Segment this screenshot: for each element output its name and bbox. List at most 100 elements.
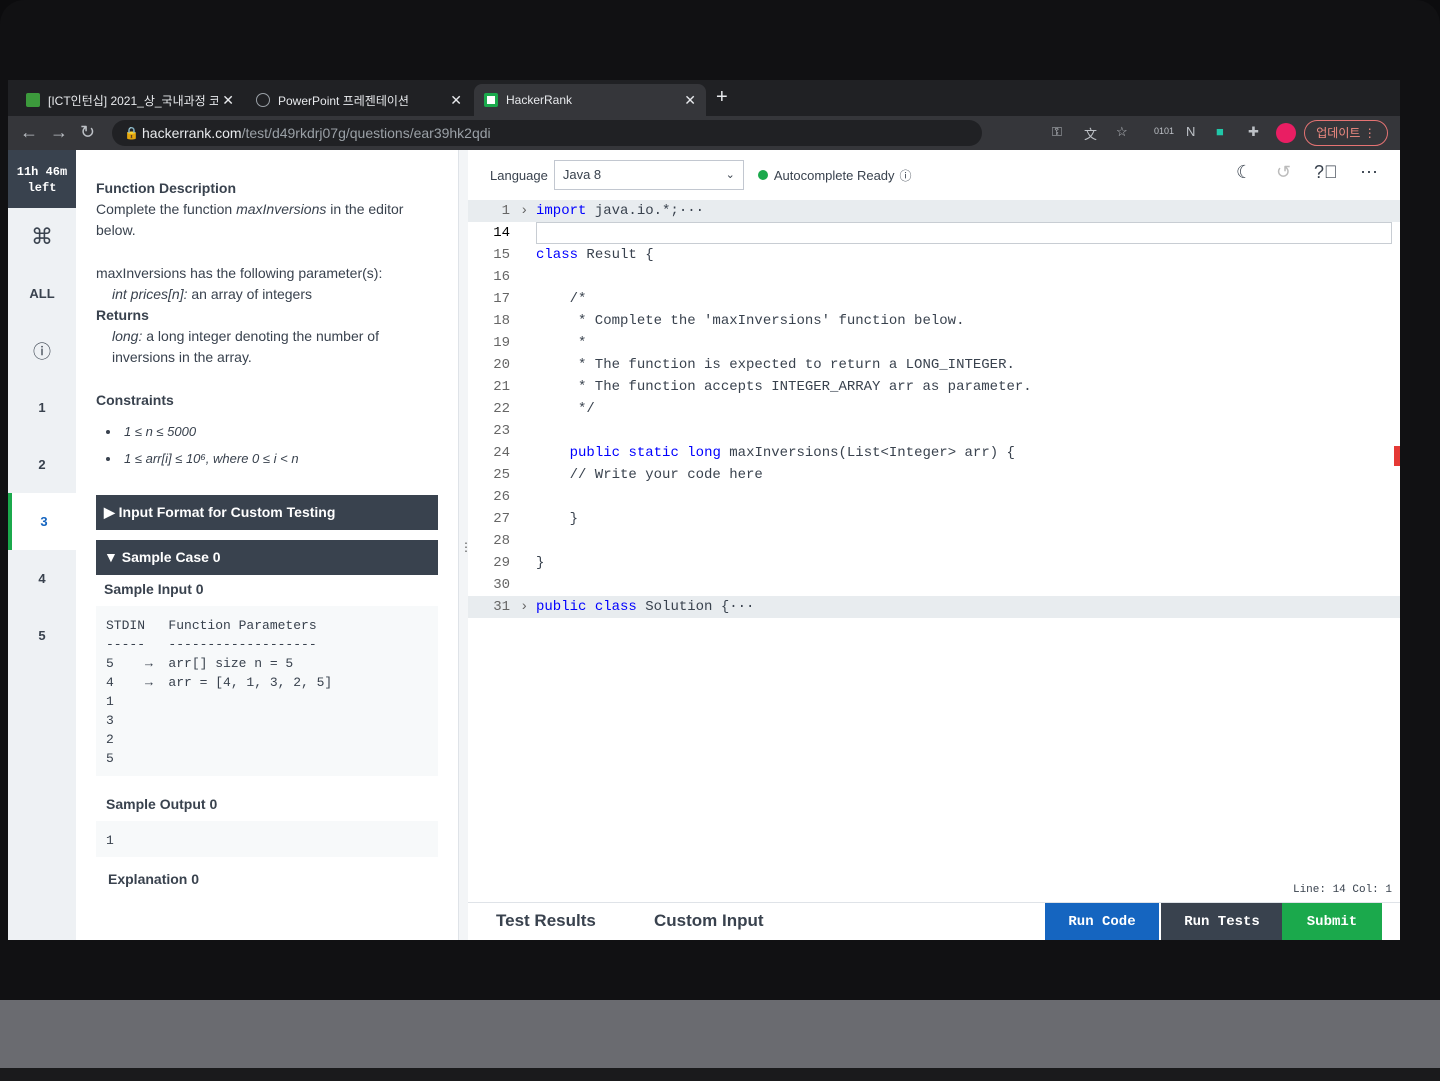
new-tab-button[interactable]: + [716, 86, 728, 109]
code-line[interactable]: 27 } [468, 508, 1400, 530]
split-handle[interactable]: ⋮⋮ [458, 150, 484, 940]
line-number: 22 [493, 401, 510, 417]
code-text: } [536, 511, 579, 527]
language-label: Language [490, 167, 548, 183]
code-line[interactable]: 15 class Result { [468, 244, 1400, 266]
code-line[interactable]: 24 public static long maxInversions(List… [468, 442, 1400, 464]
star-icon[interactable]: ☆ [1116, 124, 1128, 140]
puzzle-icon[interactable]: ✚ [1248, 124, 1259, 140]
code-area[interactable]: 1 › import java.io.*;··· 14 15 class Result {… [468, 200, 1400, 820]
explanation-title: Explanation 0 [108, 871, 200, 887]
code-line[interactable]: 17 /* [468, 288, 1400, 310]
code-line[interactable]: 21 * The function accepts INTEGER_ARRAY … [468, 376, 1400, 398]
update-button[interactable]: 업데이트 ⋮ [1304, 120, 1388, 146]
error-marker [1394, 446, 1400, 466]
address-bar: ← → ↻ 🔒 hackerrank.com/test/d49rkdrj07g/… [8, 116, 1400, 150]
param-type: int prices[n]: [112, 286, 188, 302]
param-item: int prices[n]: an array of integers [96, 284, 438, 305]
url-host: hackerrank.com [142, 125, 242, 141]
code-line[interactable]: 14 [468, 222, 1400, 244]
translate-icon[interactable]: 文 [1084, 124, 1097, 143]
nav-item-3[interactable]: 3 [8, 493, 76, 550]
lock-icon: 🔒 [124, 126, 139, 140]
returns-item: long: a long integer denoting the number… [96, 326, 438, 368]
line-number: 17 [493, 291, 510, 307]
code-line[interactable]: 30 [468, 574, 1400, 596]
timer: 11h 46m left [8, 150, 76, 208]
code-line[interactable]: 28 [468, 530, 1400, 552]
code-line[interactable]: 29} [468, 552, 1400, 574]
sheet-icon [26, 93, 40, 107]
line-number: 14 [493, 225, 510, 241]
back-icon[interactable]: ← [20, 122, 38, 143]
sample-output-title: Sample Output 0 [106, 796, 218, 812]
code-text: public class Solution {··· [536, 599, 755, 615]
url-input[interactable]: 🔒 hackerrank.com/test/d49rkdrj07g/questi… [112, 120, 982, 146]
info-icon[interactable]: ⓘ [900, 167, 912, 184]
sample-output: 1 [96, 821, 438, 857]
line-number: 15 [493, 247, 510, 263]
code-line[interactable]: 22 */ [468, 398, 1400, 420]
code-line[interactable]: 26 [468, 486, 1400, 508]
code-line[interactable]: 19 * [468, 332, 1400, 354]
returns-title: Returns [96, 307, 149, 323]
submit-button[interactable]: Submit [1282, 903, 1382, 940]
fold-chevron-icon[interactable]: › [520, 596, 528, 618]
fold-chevron-icon[interactable]: › [520, 200, 528, 222]
tab-test-results[interactable]: Test Results [496, 911, 596, 931]
close-icon[interactable]: ✕ [450, 92, 462, 109]
code-line[interactable]: 25 // Write your code here [468, 464, 1400, 486]
run-tests-button[interactable]: Run Tests [1161, 903, 1283, 940]
code-line[interactable]: 31 › public class Solution {··· [468, 596, 1400, 618]
key-icon[interactable]: ⚿ [1052, 124, 1062, 140]
line-number: 20 [493, 357, 510, 373]
accordion-custom-testing[interactable]: ▶ Input Format for Custom Testing [96, 495, 438, 530]
info-icon[interactable]: ⓘ [8, 322, 76, 379]
code-line[interactable]: 20 * The function is expected to return … [468, 354, 1400, 376]
line-number: 19 [493, 335, 510, 351]
code-text: * Complete the 'maxInversions' function … [536, 313, 965, 329]
run-code-button[interactable]: Run Code [1045, 903, 1159, 940]
nav-item-2[interactable]: 2 [8, 436, 76, 493]
more-icon[interactable]: ⋯ [1360, 162, 1378, 183]
code-line[interactable]: 18 * Complete the 'maxInversions' functi… [468, 310, 1400, 332]
tab-title: HackerRank [506, 93, 573, 107]
line-number: 16 [493, 269, 510, 285]
tab-custom-input[interactable]: Custom Input [654, 911, 764, 931]
forward-icon[interactable]: → [50, 122, 68, 143]
line-number: 25 [493, 467, 510, 483]
line-number: 1 [501, 203, 510, 219]
code-line[interactable]: 16 [468, 266, 1400, 288]
nav-item-4[interactable]: 4 [8, 550, 76, 607]
constraint-item: 1 ≤ n ≤ 5000 [106, 421, 438, 442]
problem-panel: Function Description Complete the functi… [76, 150, 458, 940]
code-line[interactable]: 23 [468, 420, 1400, 442]
close-icon[interactable]: ✕ [684, 92, 696, 109]
editor-toolbar: Language Java 8 ⌄ Autocomplete Ready ⓘ [468, 150, 1400, 200]
code-text: import java.io.*;··· [536, 203, 705, 219]
extension-icon[interactable]: ■ [1216, 124, 1224, 139]
nav-item-5[interactable]: 5 [8, 607, 76, 664]
tab-ict[interactable]: [ICT인턴십] 2021_상_국내과정 코드 ✕ [16, 84, 244, 116]
history-icon[interactable]: ↺ [1276, 162, 1291, 183]
reload-icon[interactable]: ↻ [80, 122, 95, 143]
command-icon[interactable]: ⌘ [8, 208, 76, 265]
notion-icon[interactable]: N [1186, 124, 1195, 139]
nav-item-all[interactable]: ALL [8, 265, 76, 322]
code-line[interactable]: 1 › import java.io.*;··· [468, 200, 1400, 222]
code-text: * [536, 335, 587, 351]
close-icon[interactable]: ✕ [222, 92, 234, 109]
binary-extension-icon[interactable]: 0101 [1154, 126, 1174, 136]
nav-item-1[interactable]: 1 [8, 379, 76, 436]
code-text: } [536, 555, 545, 571]
accordion-label: Input Format for Custom Testing [118, 504, 336, 520]
hackerrank-app: 11h 46m left ⌘ ALL ⓘ 1 2 3 4 5 Function D… [8, 150, 1400, 940]
avatar[interactable] [1276, 123, 1296, 143]
tab-powerpoint[interactable]: PowerPoint 프레젠테이션 ✕ [246, 84, 472, 116]
accordion-sample-case[interactable]: ▼ Sample Case 0 [96, 540, 438, 575]
language-select[interactable]: Java 8 ⌄ [553, 160, 744, 190]
language-value: Java 8 [562, 167, 602, 182]
tab-hackerrank[interactable]: HackerRank ✕ [474, 84, 706, 116]
moon-icon[interactable]: ☾ [1236, 162, 1252, 183]
help-icon[interactable]: ?⃝ [1314, 162, 1338, 183]
